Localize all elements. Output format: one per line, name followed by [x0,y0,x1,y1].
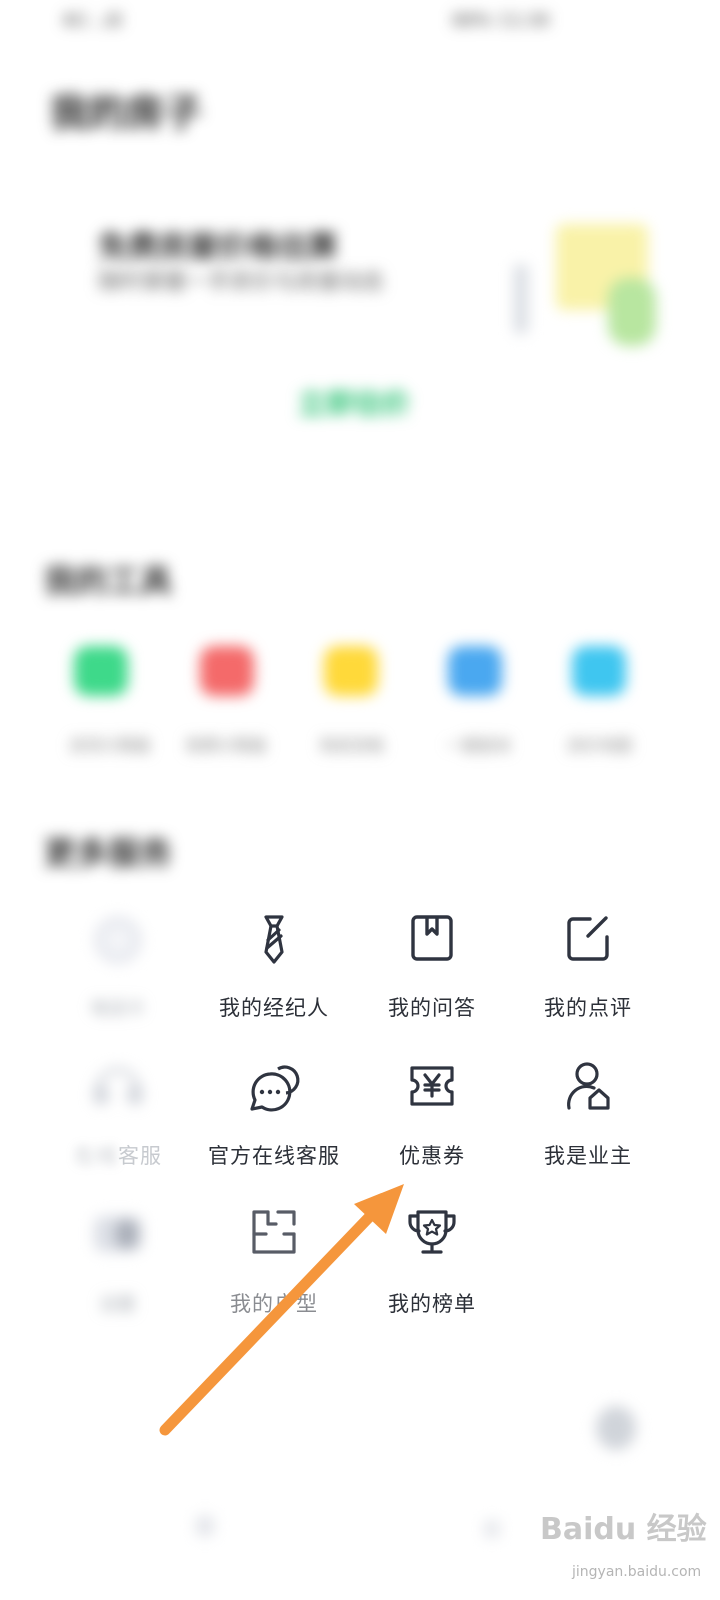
service-label-card: 电话卡 [91,999,145,1019]
book-icon[interactable] [404,910,460,966]
trophy-icon[interactable] [404,1204,460,1260]
estimate-button[interactable]: 立即估价 [298,382,410,422]
price-map-icon[interactable] [572,646,626,696]
tool-label-loan: 房贷计算器 [69,736,150,755]
floorplan-icon[interactable] [246,1204,302,1260]
tool-label-tax: 税费计算器 [185,736,266,755]
watermark-url: jingyan.baidu.com [572,1564,702,1580]
loan-calculator-icon[interactable] [74,646,128,696]
eligibility-icon[interactable] [324,646,378,696]
nav-mine-icon[interactable] [484,1520,500,1538]
banner-house-illustration [514,218,658,348]
tools-section-title: 我的工具 [44,562,173,600]
service-label-online-service: 在线客服 [74,1144,162,1168]
service-label-coupon: 优惠券 [399,1144,465,1168]
arrow-head [354,1184,404,1234]
service-label-floorplan: 我的户型 [230,1292,318,1316]
floating-avatar[interactable] [596,1406,636,1450]
service-label-ranking: 我的榜单 [388,1292,476,1316]
coin-icon[interactable] [90,912,146,968]
owner-icon[interactable] [560,1058,616,1114]
tool-label-eligibility: 购房资格 [319,736,384,755]
tie-icon[interactable] [246,910,302,966]
tool-label-map: 房价地图 [567,736,632,755]
page-title: 我的房子 [50,90,203,135]
coupon-icon[interactable] [404,1058,460,1114]
service-label-agent: 我的经纪人 [219,996,329,1020]
tool-label-query: 一键查询 [445,736,510,755]
edit-icon[interactable] [560,910,616,966]
service-label-qa: 我的问答 [388,996,476,1020]
service-label-review: 我的点评 [544,996,632,1020]
banner-subtitle: 随时掌握一手房价与房屋动态 [98,270,385,295]
query-icon[interactable] [448,646,502,696]
tax-calculator-icon[interactable] [200,646,254,696]
services-section-title: 更多服务 [44,834,173,872]
banner-title: 免费房屋价格估算 [98,230,338,265]
chat-icon[interactable] [246,1058,302,1114]
service-label-settings: 设置 [100,1295,136,1315]
service-label-official-service: 官方在线客服 [208,1144,340,1168]
status-bar-signal: 4G ..ill [62,10,123,31]
toggle-icon[interactable] [90,1206,146,1262]
service-label-owner: 我是业主 [544,1144,632,1168]
nav-home-icon[interactable] [196,1516,214,1536]
status-bar-battery-time: 88% 12:30 [452,10,550,31]
headset-icon[interactable] [90,1058,146,1114]
watermark-brand: Baidu 经验 [540,1512,707,1547]
